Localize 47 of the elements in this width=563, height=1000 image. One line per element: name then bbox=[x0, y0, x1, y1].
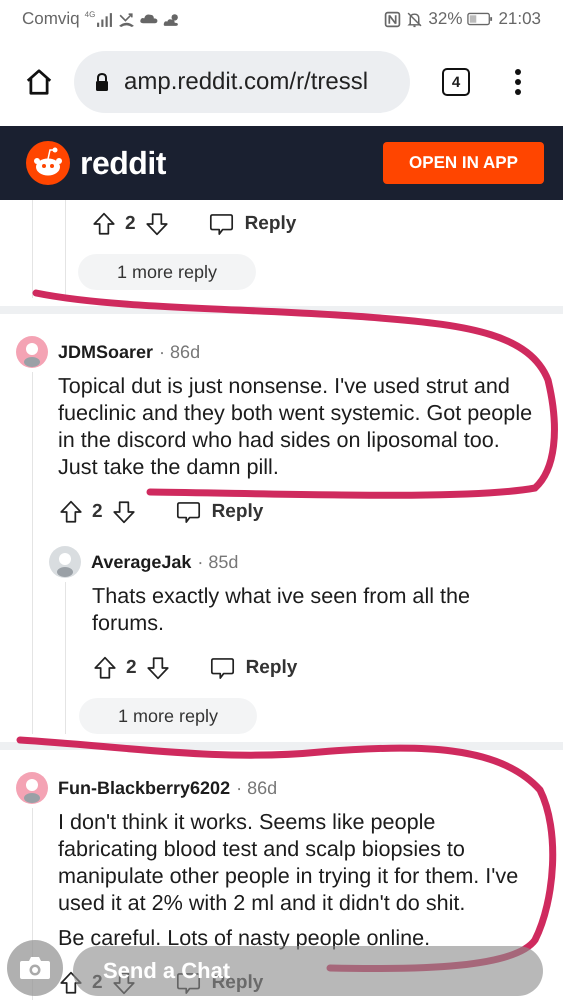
menu-icon[interactable] bbox=[514, 68, 522, 96]
battery-icon bbox=[467, 11, 494, 27]
comment-age: · 85d bbox=[197, 552, 238, 572]
battery-percent: 32% bbox=[428, 9, 462, 29]
reply-button[interactable]: Reply bbox=[174, 498, 264, 526]
clock-time: 21:03 bbox=[498, 9, 541, 29]
comment-text: I don't think it works. Seems like people fabricating blood test and scalp biopsies to manipulate other people in trying it for them. I've used it at 2% with 2 ml and it didn't do shit. bbox=[58, 808, 520, 916]
reply-button[interactable]: Reply bbox=[208, 210, 296, 238]
camera-icon bbox=[19, 955, 51, 981]
signal-icon bbox=[96, 10, 114, 28]
comment-age: · 86d bbox=[236, 778, 278, 798]
reddit-wordmark: reddit bbox=[80, 144, 166, 182]
comment-age: · 86d bbox=[159, 342, 200, 362]
upvote-icon[interactable] bbox=[58, 499, 84, 525]
vote-count: 2 bbox=[126, 657, 137, 679]
missed-call-icon bbox=[118, 10, 136, 28]
reply-button[interactable]: Reply bbox=[208, 654, 298, 682]
vote-count: 2 bbox=[92, 501, 103, 523]
bell-off-icon bbox=[406, 10, 424, 28]
cloud-icon bbox=[140, 14, 158, 24]
comment-text: Thats exactly what ive seen from all the forums. bbox=[92, 582, 472, 636]
downvote-icon[interactable] bbox=[144, 211, 170, 237]
downvote-icon[interactable] bbox=[110, 499, 137, 525]
home-icon[interactable] bbox=[24, 67, 54, 97]
upvote-icon[interactable] bbox=[92, 655, 118, 681]
username-link[interactable]: Fun-Blackberry6202 bbox=[58, 778, 230, 798]
network-type: 4G bbox=[84, 10, 96, 19]
avatar-icon[interactable] bbox=[49, 546, 81, 578]
upvote-icon[interactable] bbox=[58, 970, 84, 996]
more-replies-button[interactable]: 1 more reply bbox=[78, 254, 256, 290]
upvote-icon[interactable] bbox=[91, 211, 117, 237]
reddit-logo-icon[interactable] bbox=[26, 141, 70, 185]
address-bar[interactable]: amp.reddit.com/r/tressl bbox=[74, 51, 410, 113]
avatar-icon[interactable] bbox=[16, 336, 48, 368]
username-link[interactable]: JDMSoarer bbox=[58, 342, 154, 362]
carrier-name: Comviq bbox=[22, 9, 80, 29]
downvote-icon[interactable] bbox=[144, 655, 171, 681]
nfc-icon bbox=[384, 10, 402, 28]
more-replies-button[interactable]: 1 more reply bbox=[79, 698, 257, 734]
vote-count: 2 bbox=[92, 972, 103, 994]
avatar-icon[interactable] bbox=[16, 772, 48, 804]
username-link[interactable]: AverageJak bbox=[91, 552, 192, 572]
url-text: amp.reddit.com/r/tressl bbox=[124, 68, 368, 96]
tab-count-button[interactable]: 4 bbox=[442, 68, 470, 96]
lock-icon bbox=[94, 72, 110, 92]
comment-text: Topical dut is just nonsense. I've used strut and fueclinic and they both went systemic. Got people in the discord who had sides on liposomal too. Just take the damn pill. bbox=[58, 372, 534, 480]
vote-count: 2 bbox=[125, 213, 136, 235]
